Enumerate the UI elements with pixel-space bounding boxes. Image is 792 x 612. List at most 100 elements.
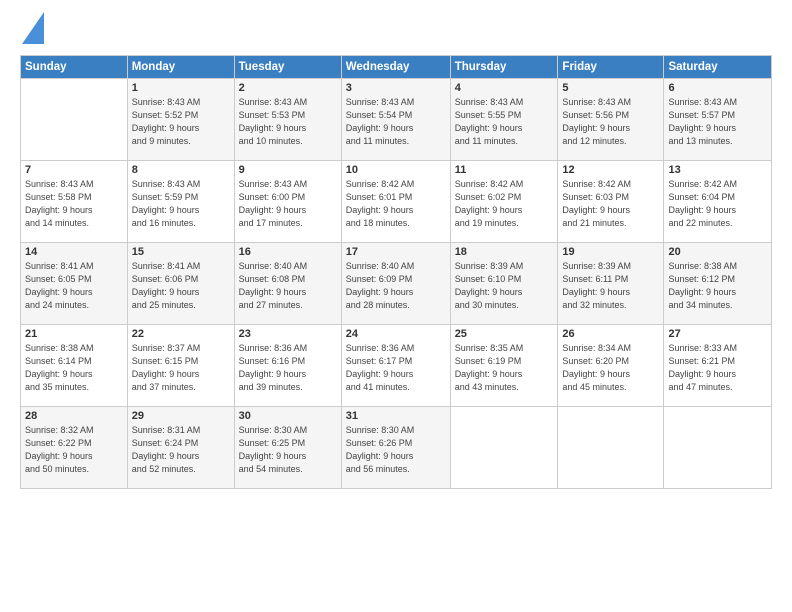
calendar-cell: 7 Sunrise: 8:43 AMSunset: 5:58 PMDaylight… [21,161,128,243]
day-number: 27 [668,328,767,340]
day-number: 21 [25,328,123,340]
day-number: 12 [562,164,659,176]
calendar-cell: 5 Sunrise: 8:43 AMSunset: 5:56 PMDaylight… [558,79,664,161]
weekday-header-friday: Friday [558,56,664,79]
calendar-cell: 11 Sunrise: 8:42 AMSunset: 6:02 PMDayligh… [450,161,558,243]
calendar-cell [558,407,664,489]
day-info: Sunrise: 8:37 AMSunset: 6:15 PMDaylight:… [132,342,230,394]
day-number: 1 [132,82,230,94]
calendar-cell: 10 Sunrise: 8:42 AMSunset: 6:01 PMDayligh… [341,161,450,243]
day-number: 16 [239,246,337,258]
calendar-week-row: 14 Sunrise: 8:41 AMSunset: 6:05 PMDayligh… [21,243,772,325]
page: SundayMondayTuesdayWednesdayThursdayFrid… [0,0,792,612]
day-number: 8 [132,164,230,176]
calendar-cell: 19Sunrise: 8:39 AMSunset: 6:11 PMDayligh… [558,243,664,325]
calendar-week-row: 21 Sunrise: 8:38 AMSunset: 6:14 PMDayligh… [21,325,772,407]
day-info: Sunrise: 8:43 AMSunset: 6:00 PMDaylight:… [239,178,337,230]
day-number: 29 [132,410,230,422]
day-info: Sunrise: 8:38 AMSunset: 6:14 PMDaylight:… [25,342,123,394]
calendar-cell: 18 Sunrise: 8:39 AMSunset: 6:10 PMDayligh… [450,243,558,325]
day-info: Sunrise: 8:41 AMSunset: 6:06 PMDaylight:… [132,260,230,312]
day-number: 31 [346,410,446,422]
day-info: Sunrise: 8:43 AMSunset: 5:53 PMDaylight:… [239,96,337,148]
calendar-cell: 21 Sunrise: 8:38 AMSunset: 6:14 PMDayligh… [21,325,128,407]
calendar-cell: 29 Sunrise: 8:31 AMSunset: 6:24 PMDayligh… [127,407,234,489]
day-info: Sunrise: 8:30 AMSunset: 6:25 PMDaylight:… [239,424,337,476]
day-info: Sunrise: 8:42 AMSunset: 6:04 PMDaylight:… [668,178,767,230]
day-info: Sunrise: 8:43 AMSunset: 5:58 PMDaylight:… [25,178,123,230]
day-info: Sunrise: 8:33 AMSunset: 6:21 PMDaylight:… [668,342,767,394]
calendar-cell: 4 Sunrise: 8:43 AMSunset: 5:55 PMDaylight… [450,79,558,161]
day-number: 30 [239,410,337,422]
calendar-cell: 6 Sunrise: 8:43 AMSunset: 5:57 PMDaylight… [664,79,772,161]
calendar-cell: 16 Sunrise: 8:40 AMSunset: 6:08 PMDayligh… [234,243,341,325]
day-info: Sunrise: 8:38 AMSunset: 6:12 PMDaylight:… [668,260,767,312]
calendar-cell: 23Sunrise: 8:36 AMSunset: 6:16 PMDayligh… [234,325,341,407]
day-number: 2 [239,82,337,94]
day-number: 24 [346,328,446,340]
weekday-header-thursday: Thursday [450,56,558,79]
calendar-table: SundayMondayTuesdayWednesdayThursdayFrid… [20,55,772,489]
day-number: 18 [455,246,554,258]
logo [20,16,110,49]
day-number: 7 [25,164,123,176]
calendar-cell: 17Sunrise: 8:40 AMSunset: 6:09 PMDayligh… [341,243,450,325]
day-info: Sunrise: 8:36 AMSunset: 6:17 PMDaylight:… [346,342,446,394]
day-info: Sunrise: 8:35 AMSunset: 6:19 PMDaylight:… [455,342,554,394]
calendar-cell: 3Sunrise: 8:43 AMSunset: 5:54 PMDaylight… [341,79,450,161]
day-number: 9 [239,164,337,176]
calendar-cell: 22 Sunrise: 8:37 AMSunset: 6:15 PMDayligh… [127,325,234,407]
calendar-week-row: 28 Sunrise: 8:32 AMSunset: 6:22 PMDayligh… [21,407,772,489]
weekday-header-row: SundayMondayTuesdayWednesdayThursdayFrid… [21,56,772,79]
day-info: Sunrise: 8:31 AMSunset: 6:24 PMDaylight:… [132,424,230,476]
day-number: 20 [668,246,767,258]
day-info: Sunrise: 8:32 AMSunset: 6:22 PMDaylight:… [25,424,123,476]
calendar-cell [664,407,772,489]
day-number: 22 [132,328,230,340]
calendar-cell: 13Sunrise: 8:42 AMSunset: 6:04 PMDayligh… [664,161,772,243]
day-number: 15 [132,246,230,258]
calendar-cell [21,79,128,161]
calendar-week-row: 1 Sunrise: 8:43 AMSunset: 5:52 PMDaylight… [21,79,772,161]
day-number: 10 [346,164,446,176]
day-info: Sunrise: 8:41 AMSunset: 6:05 PMDaylight:… [25,260,123,312]
calendar-cell: 1 Sunrise: 8:43 AMSunset: 5:52 PMDaylight… [127,79,234,161]
calendar-cell: 20 Sunrise: 8:38 AMSunset: 6:12 PMDayligh… [664,243,772,325]
day-number: 11 [455,164,554,176]
weekday-header-wednesday: Wednesday [341,56,450,79]
day-info: Sunrise: 8:43 AMSunset: 5:59 PMDaylight:… [132,178,230,230]
calendar-week-row: 7 Sunrise: 8:43 AMSunset: 5:58 PMDaylight… [21,161,772,243]
day-info: Sunrise: 8:42 AMSunset: 6:01 PMDaylight:… [346,178,446,230]
calendar-cell: 12Sunrise: 8:42 AMSunset: 6:03 PMDayligh… [558,161,664,243]
day-number: 4 [455,82,554,94]
day-info: Sunrise: 8:34 AMSunset: 6:20 PMDaylight:… [562,342,659,394]
day-info: Sunrise: 8:43 AMSunset: 5:52 PMDaylight:… [132,96,230,148]
calendar-cell: 28 Sunrise: 8:32 AMSunset: 6:22 PMDayligh… [21,407,128,489]
day-number: 19 [562,246,659,258]
day-number: 3 [346,82,446,94]
weekday-header-monday: Monday [127,56,234,79]
day-info: Sunrise: 8:43 AMSunset: 5:56 PMDaylight:… [562,96,659,148]
day-number: 5 [562,82,659,94]
day-info: Sunrise: 8:30 AMSunset: 6:26 PMDaylight:… [346,424,446,476]
day-number: 6 [668,82,767,94]
weekday-header-saturday: Saturday [664,56,772,79]
weekday-header-sunday: Sunday [21,56,128,79]
day-info: Sunrise: 8:43 AMSunset: 5:55 PMDaylight:… [455,96,554,148]
calendar-cell: 24 Sunrise: 8:36 AMSunset: 6:17 PMDayligh… [341,325,450,407]
day-info: Sunrise: 8:40 AMSunset: 6:08 PMDaylight:… [239,260,337,312]
day-number: 28 [25,410,123,422]
calendar-cell: 25Sunrise: 8:35 AMSunset: 6:19 PMDayligh… [450,325,558,407]
header [20,16,772,49]
day-info: Sunrise: 8:40 AMSunset: 6:09 PMDaylight:… [346,260,446,312]
logo-icon [22,12,44,49]
calendar-cell: 2 Sunrise: 8:43 AMSunset: 5:53 PMDaylight… [234,79,341,161]
day-number: 14 [25,246,123,258]
day-info: Sunrise: 8:39 AMSunset: 6:10 PMDaylight:… [455,260,554,312]
calendar-cell: 14 Sunrise: 8:41 AMSunset: 6:05 PMDayligh… [21,243,128,325]
calendar-cell: 26Sunrise: 8:34 AMSunset: 6:20 PMDayligh… [558,325,664,407]
day-info: Sunrise: 8:43 AMSunset: 5:57 PMDaylight:… [668,96,767,148]
calendar-cell: 27 Sunrise: 8:33 AMSunset: 6:21 PMDayligh… [664,325,772,407]
day-info: Sunrise: 8:42 AMSunset: 6:02 PMDaylight:… [455,178,554,230]
calendar-cell: 8 Sunrise: 8:43 AMSunset: 5:59 PMDaylight… [127,161,234,243]
